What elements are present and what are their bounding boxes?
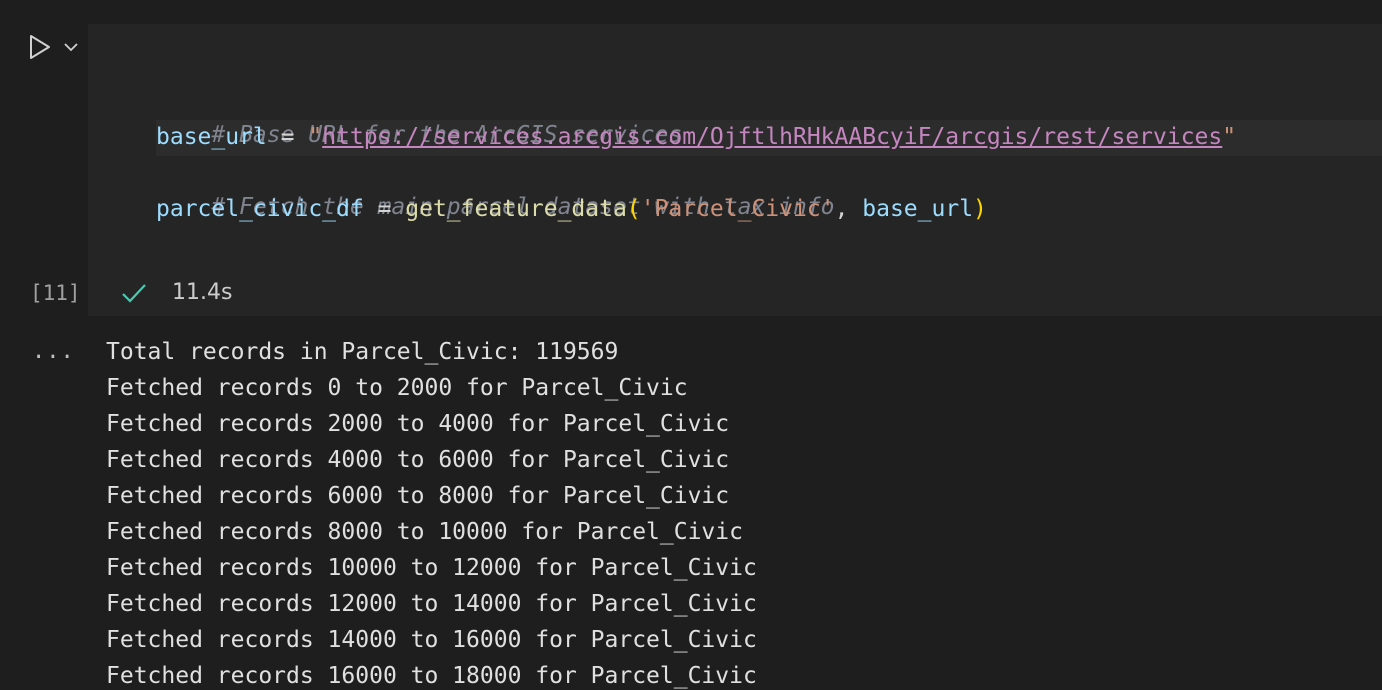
run-cell-button[interactable] [28,34,52,60]
string-quote: " [308,124,323,150]
code-line: base_url = "https://services.arcgis.com/… [156,120,1236,154]
operator: = [363,196,406,222]
play-icon [30,35,50,59]
cell-toolbar [24,30,84,64]
code-line: # Base URL for the ArcGIS services [156,84,682,148]
operator: = [266,124,309,150]
output-line: Fetched records 10000 to 12000 for Parce… [106,555,757,581]
output-line: Fetched records 14000 to 16000 for Parce… [106,627,757,653]
variable-name: base_url [156,124,267,150]
execution-count: [11] [30,281,81,305]
top-strip [0,0,1382,24]
paren: ) [973,196,987,222]
output-line: Fetched records 16000 to 18000 for Parce… [106,663,757,689]
code-line: parcel_civic_df = get_feature_data('Parc… [156,192,987,226]
output-line: Total records in Parcel_Civic: 119569 [106,339,619,365]
string-argument: 'Parcel_Civic' [640,196,835,222]
variable-argument: base_url [862,196,974,222]
success-check-icon [120,280,148,308]
execution-duration: 11.4s [172,280,233,305]
output-line: Fetched records 2000 to 4000 for Parcel_… [106,411,730,437]
url-link[interactable]: https://services.arcgis.com/OjftlhRHkAAB… [322,124,1222,150]
output-line: Fetched records 12000 to 14000 for Parce… [106,591,757,617]
code-editor[interactable]: # Base URL for the ArcGIS services base_… [88,24,1382,316]
chevron-down-icon [64,43,78,52]
output-more-actions-button[interactable]: ... [32,338,75,366]
variable-name: parcel_civic_df [156,196,364,222]
cell-output: Total records in Parcel_Civic: 119569 Fe… [106,334,1366,690]
output-line: Fetched records 0 to 2000 for Parcel_Civ… [106,375,688,401]
separator: , [834,196,863,222]
output-line: Fetched records 8000 to 10000 for Parcel… [106,519,743,545]
string-quote: " [1222,124,1237,150]
paren: ( [626,196,641,222]
output-line: Fetched records 6000 to 8000 for Parcel_… [106,483,730,509]
run-options-dropdown[interactable] [62,38,80,56]
code-line: # Fetch the main parcel dataset with tax… [156,156,834,220]
output-line: Fetched records 4000 to 6000 for Parcel_… [106,447,730,473]
function-name: get_feature_data [405,196,627,222]
